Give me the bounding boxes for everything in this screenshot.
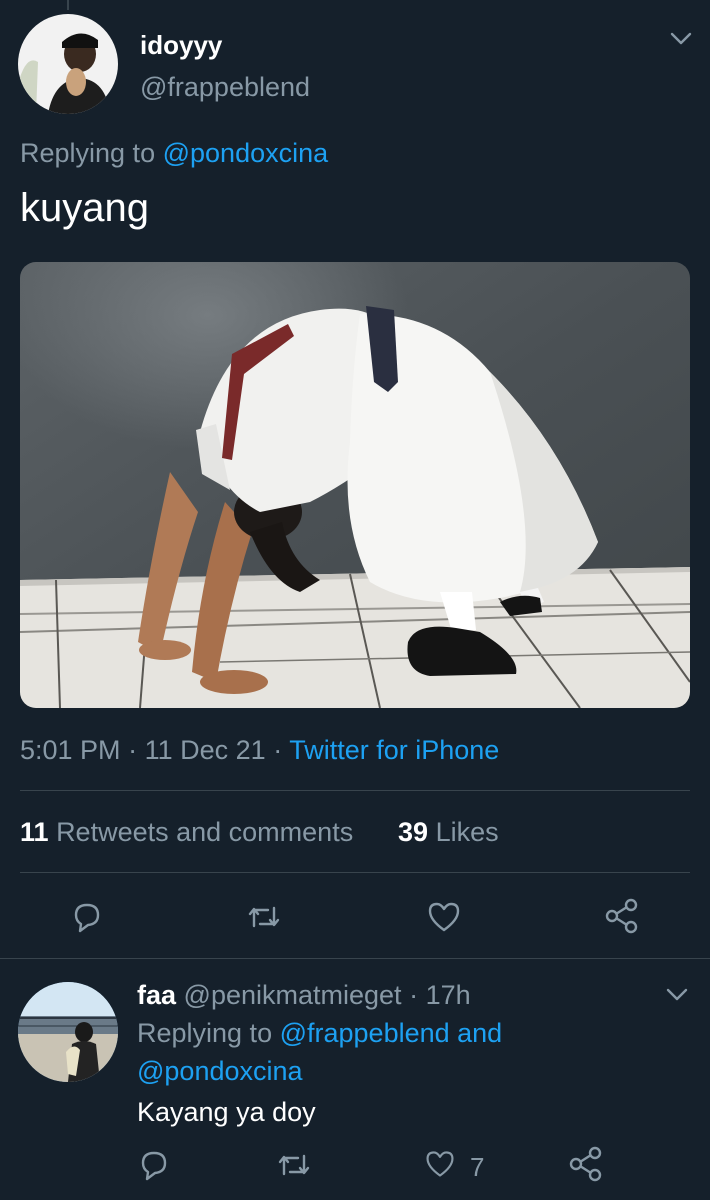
retweets-stat[interactable]: 11 Retweets and comments xyxy=(20,817,353,848)
reply-header: faa @penikmatmieget · 17h xyxy=(137,980,471,1011)
share-icon[interactable] xyxy=(604,898,640,934)
reply-icon[interactable] xyxy=(70,900,104,934)
likes-label: Likes xyxy=(435,817,499,847)
reply-handle[interactable]: @penikmatmieget xyxy=(184,980,402,1010)
replying-to: Replying to @pondoxcina xyxy=(20,138,328,169)
reply-avatar[interactable] xyxy=(18,982,118,1082)
tweet-timestamp: 5:01 PM · 11 Dec 21 · Twitter for iPhone xyxy=(20,735,499,766)
divider xyxy=(20,790,690,791)
reply-replying-to: Replying to @frappeblend and xyxy=(137,1018,502,1049)
divider xyxy=(20,872,690,873)
chevron-down-icon[interactable] xyxy=(670,32,692,51)
replying-prefix: Replying to xyxy=(137,1018,273,1048)
tweet-photo[interactable] xyxy=(20,262,690,708)
likes-stat[interactable]: 39 Likes xyxy=(398,817,499,848)
likes-count: 39 xyxy=(398,817,429,847)
chevron-down-icon[interactable] xyxy=(666,988,688,1007)
reply-age: · 17h xyxy=(409,980,471,1010)
retweets-label: Retweets and comments xyxy=(56,817,354,847)
retweet-icon[interactable] xyxy=(276,1148,312,1182)
separator: · xyxy=(273,735,283,765)
tweet-text: kuyang xyxy=(20,186,149,230)
reply-display-name[interactable]: faa xyxy=(137,980,176,1010)
heart-icon[interactable] xyxy=(424,1148,456,1180)
divider xyxy=(0,958,710,959)
mention-link[interactable]: @frappeblend and xyxy=(280,1018,503,1048)
reply-icon[interactable] xyxy=(137,1148,171,1182)
separator: · xyxy=(128,735,138,765)
user-handle[interactable]: @frappeblend xyxy=(140,72,310,103)
replying-prefix: Replying to xyxy=(20,138,156,168)
source-link[interactable]: Twitter for iPhone xyxy=(289,735,499,765)
reply-like-count: 7 xyxy=(470,1152,485,1182)
mention-link[interactable]: @pondoxcina xyxy=(163,138,329,168)
avatar[interactable] xyxy=(18,14,118,114)
retweet-icon[interactable] xyxy=(246,900,282,934)
retweets-count: 11 xyxy=(20,817,49,847)
display-name[interactable]: idoyyy xyxy=(140,30,222,61)
thread-line xyxy=(67,0,69,10)
reply-text: Kayang ya doy xyxy=(137,1097,316,1127)
heart-icon[interactable] xyxy=(426,900,462,934)
date: 11 Dec 21 xyxy=(144,735,266,765)
share-icon[interactable] xyxy=(568,1146,604,1182)
mention-link[interactable]: @pondoxcina xyxy=(137,1056,303,1087)
time: 5:01 PM xyxy=(20,735,121,765)
